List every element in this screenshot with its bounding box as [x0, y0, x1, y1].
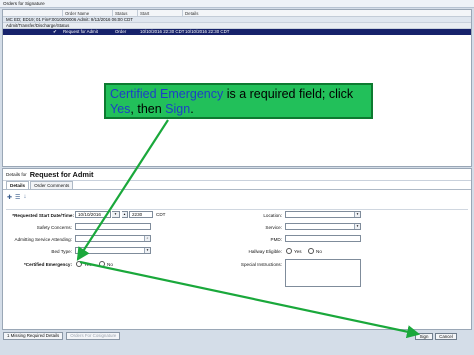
col-status[interactable]: Status	[113, 10, 138, 16]
order-row-request-for-admit[interactable]: ✔ Request for Admit Order 10/10/2016 22:…	[3, 29, 471, 35]
order-name: Request for Admit	[63, 29, 98, 34]
certified-emergency-label: *Certified Emergency:	[24, 262, 72, 267]
start-time-field[interactable]: 2230	[129, 211, 153, 218]
list-icon[interactable]: ☰	[15, 194, 20, 201]
hallway-yes-radio[interactable]	[286, 248, 292, 254]
details-panel: Details for Request for Admit Details Or…	[2, 168, 472, 330]
hallway-no-label[interactable]: No	[316, 249, 322, 254]
callout-sign: Sign	[165, 102, 191, 116]
window-title: Orders for Signature	[0, 0, 474, 8]
hallway-label: Hallway Eligible:	[248, 249, 282, 254]
pmd-label: PMD:	[270, 237, 282, 242]
order-status: Order	[115, 29, 127, 34]
details-header: Details for Request for Admit	[3, 169, 471, 181]
search-icon[interactable]: ⌕	[144, 236, 150, 241]
start-date-field[interactable]: 10/10/2016	[75, 211, 111, 218]
hallway-yes-label[interactable]: Yes	[294, 249, 302, 254]
location-label: Location:	[263, 213, 282, 218]
callout-yes: Yes	[110, 102, 131, 116]
service-label: Service:	[265, 225, 282, 230]
details-form: *Requested Start Date/Time: 10/10/2016 ▾…	[3, 211, 473, 311]
chevron-down-icon[interactable]: ▾	[144, 248, 150, 253]
callout-text-3: .	[190, 102, 194, 116]
order-start: 10/10/2016 22:30 CDT	[140, 29, 185, 34]
service-select[interactable]: ▾	[285, 223, 361, 230]
add-icon[interactable]: ✚	[7, 194, 12, 201]
time-spin-icon[interactable]: ▴	[122, 211, 128, 218]
down-arrow-icon[interactable]: ↓	[23, 194, 26, 200]
instruction-callout: Certified Emergency is a required field;…	[104, 83, 373, 119]
callout-field-name: Certified Emergency	[110, 87, 224, 101]
special-instructions-field[interactable]	[285, 259, 361, 287]
orders-for-cosignature-button[interactable]: Orders For Cosignature	[66, 332, 121, 340]
safety-field[interactable]	[75, 223, 151, 230]
certified-emergency-yes-radio[interactable]	[76, 261, 82, 267]
chevron-down-icon[interactable]: ▾	[354, 224, 360, 229]
location-select[interactable]: ▾	[285, 211, 361, 218]
chevron-down-icon[interactable]: ▾	[354, 212, 360, 217]
details-prefix: Details for	[6, 172, 27, 177]
bed-type-select[interactable]: ▾	[75, 247, 151, 254]
admitting-field[interactable]: ⌕	[75, 235, 151, 242]
special-instructions-label: Special Instructions:	[240, 262, 282, 267]
bottom-strip	[0, 342, 474, 355]
calendar-spin-icon[interactable]: ▾	[112, 211, 120, 218]
bed-type-label: Bed Type:	[51, 249, 72, 254]
group-text: Admit/Transfer/Discharge/Status	[6, 23, 70, 28]
orders-column-header: Order Name Status Start Details	[3, 10, 471, 17]
status-bar: 1 Missing Required Details Orders For Co…	[0, 331, 474, 341]
admitting-label: Admitting Service Attending:	[14, 237, 72, 242]
details-tabs: Details Order Comments	[3, 181, 471, 190]
cancel-button[interactable]: Cancel	[435, 333, 457, 340]
encounter-text: MC ED; ED19; 01 Fin#:0010000006 Admit: 9…	[6, 17, 133, 22]
missing-details-button[interactable]: 1 Missing Required Details	[3, 332, 64, 340]
order-details: 10/10/2016 22:30 CDT	[185, 29, 230, 34]
timezone-label: CDT	[156, 212, 166, 217]
certified-emergency-yes-label[interactable]: Yes	[84, 262, 92, 267]
divider	[6, 209, 468, 210]
callout-text-2: , then	[130, 102, 166, 116]
pmd-field[interactable]	[285, 235, 361, 242]
col-icon[interactable]	[3, 10, 63, 16]
certified-emergency-no-label[interactable]: No	[107, 262, 113, 267]
tab-order-comments[interactable]: Order Comments	[30, 181, 74, 189]
details-title: Request for Admit	[29, 170, 94, 179]
col-details[interactable]: Details	[183, 10, 471, 16]
order-flag-icon: ✔	[53, 29, 57, 34]
hallway-no-radio[interactable]	[308, 248, 314, 254]
details-toolbar: ✚ ☰ ↓	[3, 190, 471, 204]
sign-button[interactable]: Sign	[415, 333, 433, 340]
start-date-label: *Requested Start Date/Time:	[12, 213, 74, 218]
tab-details[interactable]: Details	[6, 181, 30, 189]
col-start[interactable]: Start	[138, 10, 183, 16]
certified-emergency-no-radio[interactable]	[99, 261, 105, 267]
col-order-name[interactable]: Order Name	[63, 10, 113, 16]
callout-text-1: is a required field; click	[223, 87, 354, 101]
safety-label: Safety Concerns:	[36, 225, 72, 230]
